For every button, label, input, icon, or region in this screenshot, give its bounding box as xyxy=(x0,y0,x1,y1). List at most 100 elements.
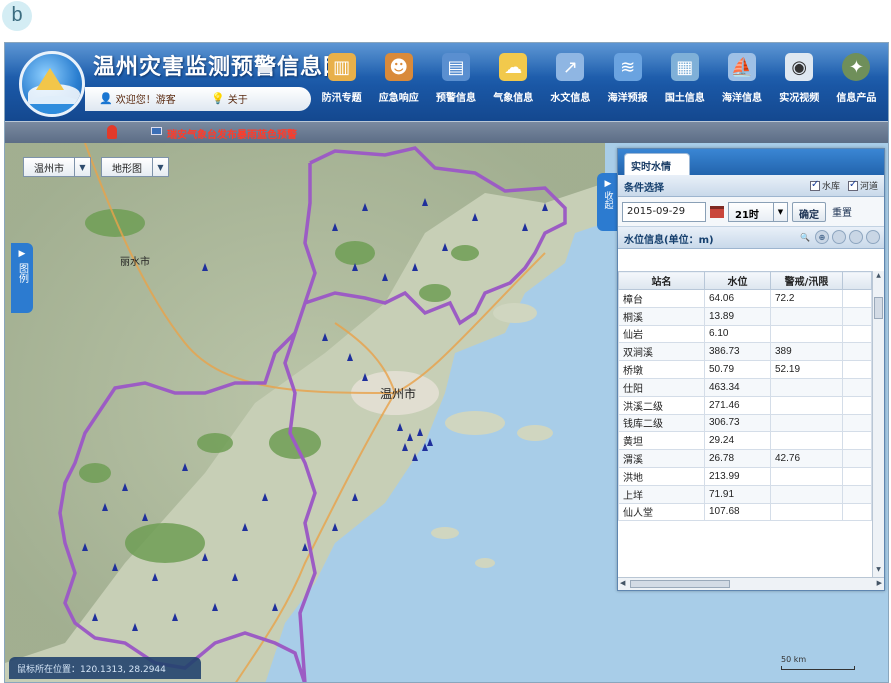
warning-level xyxy=(770,502,843,522)
empty-cell xyxy=(842,324,872,344)
table-row[interactable]: 樟台 64.06 72.2 xyxy=(618,289,872,308)
menu-item-land[interactable]: ▦ 国土信息 xyxy=(656,49,713,117)
circle-icon[interactable] xyxy=(866,230,880,244)
column-header[interactable]: 水位 xyxy=(704,271,771,290)
scale-label: 50 km xyxy=(781,655,807,664)
search-icon[interactable]: 🔍 xyxy=(798,230,812,244)
circle-icon[interactable] xyxy=(849,230,863,244)
welcome-link[interactable]: 👤 欢迎您！游客 xyxy=(99,91,176,106)
chart-icon: ↗ xyxy=(556,53,585,81)
table-row[interactable]: 仙岩 6.10 xyxy=(618,324,872,344)
empty-cell xyxy=(842,413,872,433)
table-row[interactable]: 洪溪二级 271.46 xyxy=(618,395,872,415)
water-level: 271.46 xyxy=(704,395,771,415)
circle-icon[interactable] xyxy=(832,230,846,244)
alert-bar: 瑞安气象台发布暴雨蓝色预警 xyxy=(5,121,888,143)
horizontal-scrollbar[interactable]: ◀ ▶ xyxy=(618,577,884,590)
menu-item-hydrology[interactable]: ↗ 水文信息 xyxy=(542,49,599,117)
scroll-left-icon[interactable]: ◀ xyxy=(620,579,625,587)
site-logo[interactable] xyxy=(19,51,85,117)
warning-level xyxy=(770,484,843,504)
scroll-thumb[interactable] xyxy=(874,297,883,319)
station-name: 仙岩 xyxy=(618,324,705,344)
warning-level xyxy=(770,395,843,415)
condition-section-header: 条件选择 水库 河道 xyxy=(618,175,884,197)
station-name: 黄坦 xyxy=(618,431,705,451)
water-level: 306.73 xyxy=(704,413,771,433)
map-icon: ▦ xyxy=(670,53,699,81)
water-level: 13.89 xyxy=(704,306,771,326)
table-row[interactable]: 双涧溪 386.73 389 xyxy=(618,342,872,362)
confirm-button[interactable]: 确定 xyxy=(792,201,826,222)
table-row[interactable]: 仕阳 463.34 xyxy=(618,377,872,397)
menu-label: 海洋预报 xyxy=(607,93,648,104)
user-bar: 👤 欢迎您！游客 💡 关于 xyxy=(85,87,311,111)
column-header[interactable]: 警戒/汛限 xyxy=(770,271,843,290)
reservoir-checkbox[interactable]: 水库 xyxy=(809,179,840,192)
checkbox-icon xyxy=(809,179,820,191)
book-icon: ▥ xyxy=(327,53,356,81)
expand-icon: ▶ xyxy=(18,249,26,259)
water-level-table-wrap: 站名 水位 警戒/汛限 樟台 64.06 72.2 桐溪 13.89 仙岩 6.10 双… xyxy=(618,271,872,577)
vertical-scrollbar[interactable]: ▲ ▼ xyxy=(872,271,884,577)
legend-tab-label: 图例 xyxy=(16,263,28,283)
menu-label: 信息产品 xyxy=(836,93,877,104)
layer-select[interactable]: 地形图 ▼ xyxy=(101,157,169,177)
water-level: 29.24 xyxy=(704,431,771,451)
calendar-icon[interactable] xyxy=(710,205,724,218)
table-row[interactable]: 桥墩 50.79 52.19 xyxy=(618,360,872,379)
figure-label: b xyxy=(2,1,32,31)
station-name: 上垟 xyxy=(618,484,705,504)
empty-cell xyxy=(842,502,872,522)
menu-item-ocean-info[interactable]: ⛵ 海洋信息 xyxy=(713,49,770,117)
ocean-icon: ≋ xyxy=(613,53,642,81)
station-name: 钱库二级 xyxy=(618,413,705,433)
date-field[interactable]: 2015-09-29 xyxy=(622,201,706,222)
reset-button[interactable]: 重置 xyxy=(830,204,854,219)
scroll-up-icon[interactable]: ▲ xyxy=(874,272,883,282)
city-select-value: 温州市 xyxy=(34,163,64,175)
person-icon: ☻ xyxy=(384,53,413,81)
river-checkbox[interactable]: 河道 xyxy=(847,179,878,192)
menu-item-emergency[interactable]: ☻ 应急响应 xyxy=(370,49,427,117)
column-header[interactable]: 站名 xyxy=(618,271,705,290)
scroll-thumb[interactable] xyxy=(630,580,730,588)
menu-item-warning[interactable]: ▤ 预警信息 xyxy=(427,49,484,117)
station-name: 桐溪 xyxy=(618,306,705,326)
panel-collapse-tab[interactable]: ▶ 收起 xyxy=(597,173,619,231)
menu-item-ocean-forecast[interactable]: ≋ 海洋预报 xyxy=(599,49,656,117)
station-name: 双涧溪 xyxy=(618,342,705,362)
scroll-down-icon[interactable]: ▼ xyxy=(874,566,883,576)
menu-item-flood[interactable]: ▥ 防汛专题 xyxy=(313,49,370,117)
sail-icon: ⛵ xyxy=(728,53,757,81)
table-row[interactable]: 上垟 71.91 xyxy=(618,484,872,504)
zoom-icon[interactable]: ⊕ xyxy=(815,230,829,244)
water-level-table: 站名 水位 警戒/汛限 樟台 64.06 72.2 桐溪 13.89 仙岩 6.10 双… xyxy=(618,271,872,522)
tab-realtime-water[interactable]: 实时水情 xyxy=(624,153,690,175)
table-row[interactable]: 洪地 213.99 xyxy=(618,466,872,486)
coordinate-readout: 鼠标所在位置：120.1313, 28.2944 xyxy=(9,657,201,679)
about-link[interactable]: 💡 关于 xyxy=(211,91,248,106)
alert-text[interactable]: 瑞安气象台发布暴雨蓝色预警 xyxy=(167,126,297,141)
warning-level xyxy=(770,431,843,451)
table-row[interactable]: 黄坦 29.24 xyxy=(618,431,872,451)
table-row[interactable]: 桐溪 13.89 xyxy=(618,306,872,326)
chevron-down-icon: ▼ xyxy=(152,158,168,176)
map-selects: 温州市 ▼ 地形图 ▼ xyxy=(23,157,169,177)
menu-item-weather[interactable]: ☁ 气象信息 xyxy=(485,49,542,117)
menu-label: 水文信息 xyxy=(550,93,591,104)
menu-item-products[interactable]: ✦ 信息产品 xyxy=(828,49,885,117)
water-level: 50.79 xyxy=(704,360,771,379)
warning-level xyxy=(770,324,843,344)
warning-level xyxy=(770,306,843,326)
water-level: 26.78 xyxy=(704,449,771,468)
city-select[interactable]: 温州市 ▼ xyxy=(23,157,91,177)
scroll-right-icon[interactable]: ▶ xyxy=(877,579,882,587)
table-row[interactable]: 渭溪 26.78 42.76 xyxy=(618,449,872,468)
table-row[interactable]: 仙人堂 107.68 xyxy=(618,502,872,522)
hour-select[interactable]: 21时 ▼ xyxy=(728,201,788,222)
menu-item-video[interactable]: ◉ 实况视频 xyxy=(771,49,828,117)
table-row[interactable]: 钱库二级 306.73 xyxy=(618,413,872,433)
legend-tab[interactable]: ▶ 图例 xyxy=(11,243,33,313)
checkbox-label: 河道 xyxy=(859,182,878,192)
